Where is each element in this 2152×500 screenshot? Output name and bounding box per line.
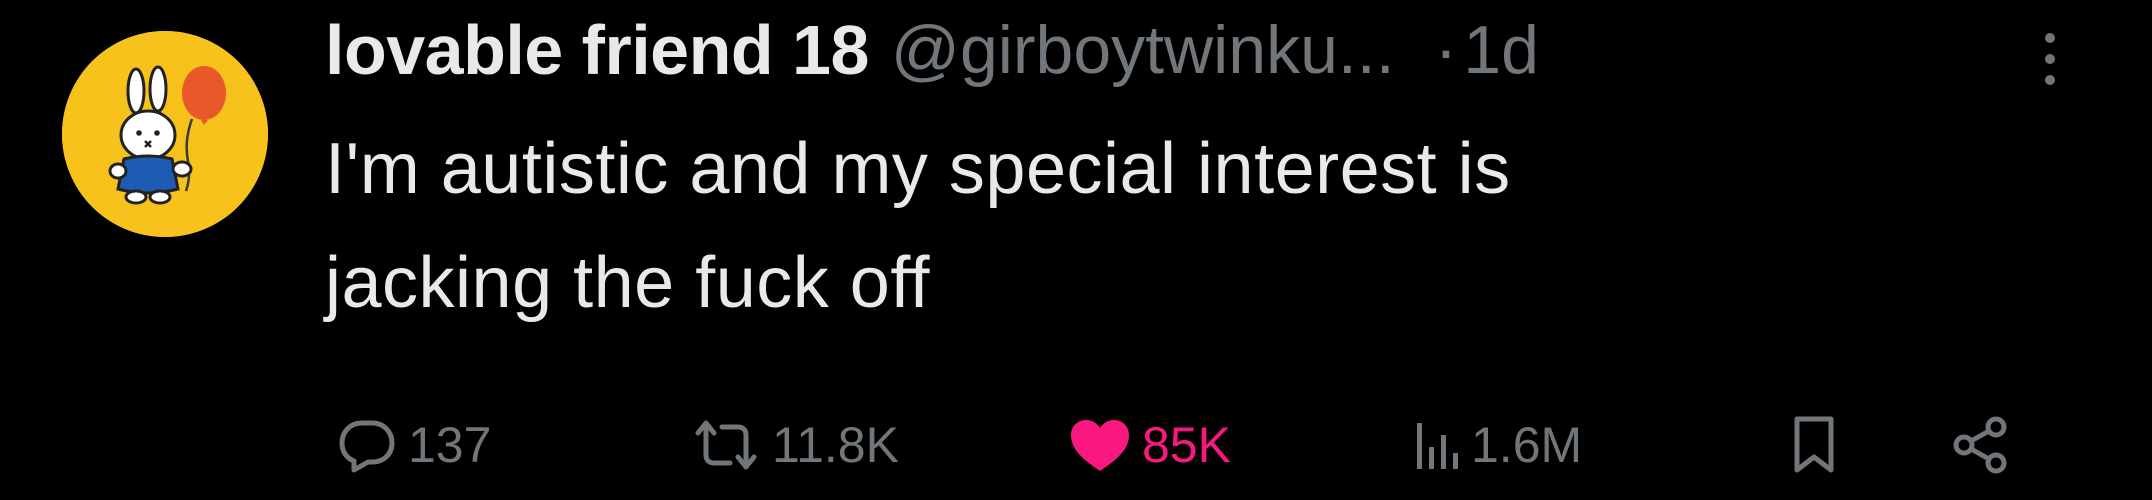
reply-button[interactable]: 137 — [336, 415, 491, 475]
author-display-name[interactable]: lovable friend 18 — [325, 10, 869, 90]
tweet-text-line: I'm autistic and my special interest is — [325, 129, 1511, 209]
views-count: 1.6M — [1471, 417, 1583, 473]
bookmark-button[interactable] — [1790, 415, 1838, 475]
retweet-count: 11.8K — [772, 417, 899, 473]
reply-bubble-icon — [339, 420, 395, 473]
like-count: 85K — [1142, 417, 1231, 473]
tweet-text: I'm autistic and my special interest is … — [325, 112, 2105, 340]
miffy-avatar-icon — [62, 31, 268, 237]
share-button[interactable] — [1950, 415, 2012, 475]
like-button[interactable]: 85K — [1068, 415, 1231, 475]
views-button[interactable]: 1.6M — [1413, 415, 1582, 475]
more-options-button[interactable] — [2030, 24, 2070, 94]
tweet-timestamp[interactable]: 1d — [1463, 11, 1539, 89]
heart-filled-icon — [1071, 420, 1129, 471]
author-handle[interactable]: @girboytwinku... — [891, 11, 1395, 89]
avatar[interactable] — [62, 31, 268, 237]
retweet-button[interactable]: 11.8K — [690, 415, 899, 475]
tweet-text-line: jacking the fuck off — [325, 243, 931, 323]
retweet-icon — [695, 420, 757, 470]
views-bar-chart-icon — [1417, 423, 1458, 469]
tweet-actions-bar: 137 11.8K 85K 1.6M — [0, 395, 2152, 495]
tweet-header: lovable friend 18 @girboytwinku... · 1d — [325, 0, 2125, 100]
bookmark-icon — [1794, 416, 1834, 473]
reply-count: 137 — [408, 417, 492, 473]
header-separator: · — [1434, 12, 1458, 88]
more-vertical-icon — [2045, 33, 2055, 85]
share-icon — [1953, 416, 2007, 474]
